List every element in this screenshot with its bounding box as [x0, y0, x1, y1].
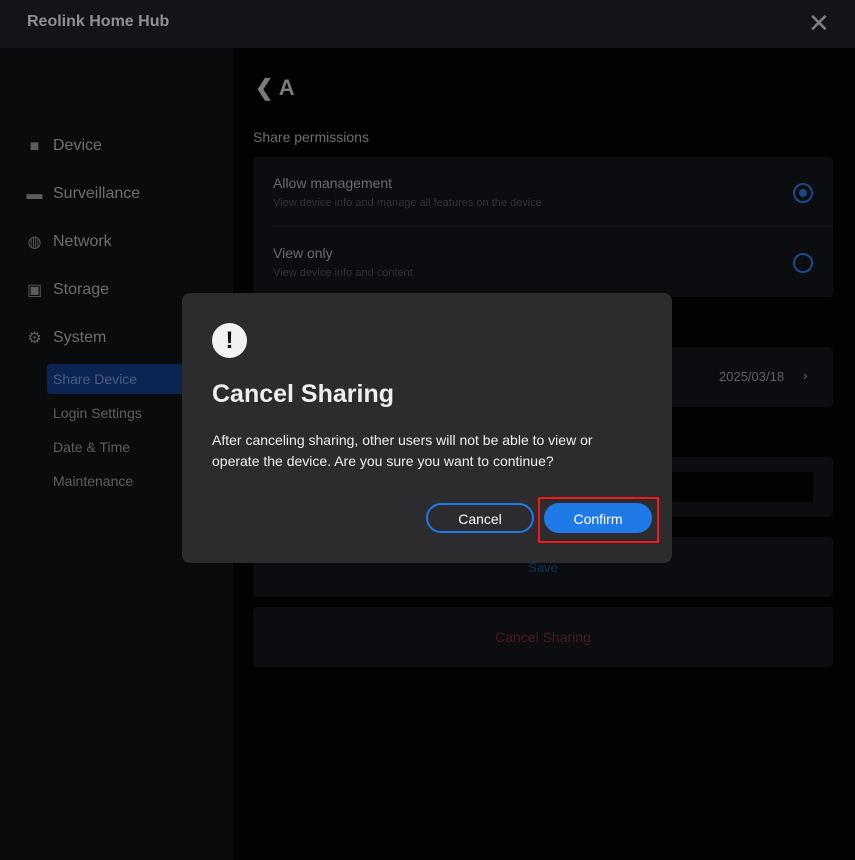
page-title: A	[278, 75, 295, 100]
cancel-sharing-button[interactable]: Cancel Sharing	[253, 607, 833, 667]
gear-icon: ⚙	[27, 329, 42, 347]
option-desc: View device info and manage all features…	[273, 197, 542, 209]
highlight-box	[538, 497, 659, 543]
sidebar-item-storage[interactable]: ▣ Storage	[26, 281, 109, 299]
app-title: Reolink Home Hub	[27, 13, 170, 30]
dialog-title: Cancel Sharing	[212, 380, 394, 408]
date-value: 2025/03/18	[719, 369, 785, 384]
sidebar-item-label: Surveillance	[53, 185, 141, 202]
sidebar-item-surveillance[interactable]: ▬ Surveillance	[26, 185, 141, 203]
chevron-left-icon: ❮	[255, 75, 274, 100]
sidebar-item-device[interactable]: ■ Device	[26, 137, 102, 155]
dialog-message: After canceling sharing, other users wil…	[212, 432, 593, 469]
close-icon[interactable]: ✕	[808, 10, 830, 36]
cancel-button[interactable]: Cancel	[426, 503, 534, 533]
section-label: Share permissions	[253, 129, 369, 145]
camera-icon: ■	[29, 137, 40, 155]
sidebar-item-network[interactable]: ◍ Network	[26, 233, 112, 251]
radio-view-only[interactable]	[793, 253, 813, 273]
chevron-right-icon: ›	[803, 367, 808, 383]
sidebar-item-system[interactable]: ⚙ System	[26, 329, 106, 347]
monitor-icon: ▬	[26, 185, 43, 203]
title-bar: Reolink Home Hub ✕	[0, 0, 855, 48]
sidebar-item-label: Device	[53, 137, 102, 154]
sidebar-item-label: Storage	[53, 281, 110, 298]
permissions-card: Allow management View device info and ma…	[253, 157, 833, 297]
option-title: Allow management	[273, 175, 393, 191]
exclamation-icon: !	[212, 323, 247, 358]
globe-icon: ◍	[27, 233, 42, 251]
text-input[interactable]	[663, 472, 813, 502]
cancel-sharing-label: Cancel Sharing	[495, 629, 591, 645]
divider	[273, 226, 833, 227]
sidebar-item-label: Network	[53, 233, 112, 250]
sidebar-item-label: System	[53, 329, 107, 346]
storage-icon: ▣	[26, 281, 43, 299]
option-title: View only	[273, 245, 333, 261]
radio-allow-management[interactable]	[793, 183, 813, 203]
option-desc: View device info and content	[273, 267, 413, 279]
back-button[interactable]: ❮ A	[255, 75, 295, 101]
